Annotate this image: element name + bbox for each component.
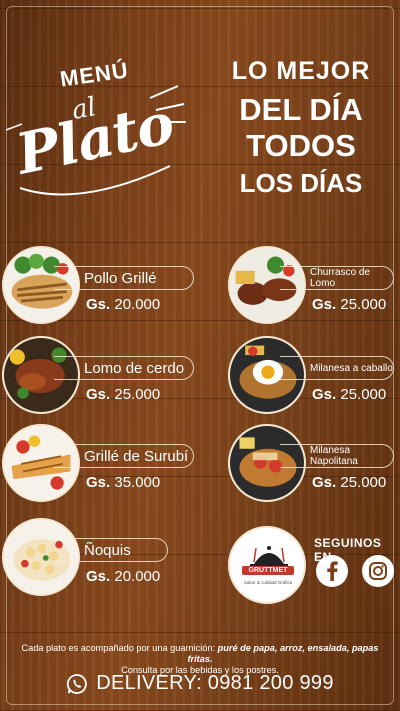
- instagram-icon[interactable]: [362, 555, 394, 587]
- headline-line-2: DEL DÍA: [239, 92, 363, 127]
- item-name: Milanesa a caballo: [280, 356, 394, 380]
- item-price: Gs. 25.000: [312, 386, 386, 403]
- headline-line-1: LO MEJOR: [231, 57, 371, 85]
- brand-logo: GRUTTMET Sabor & Calidad Gráfica: [228, 526, 306, 604]
- facebook-icon: [327, 561, 338, 581]
- item-price: Gs. 25.000: [312, 474, 386, 491]
- menu-item[interactable]: Milanesa Napolitana Gs. 25.000: [228, 424, 398, 504]
- price-value: 35.000: [114, 474, 161, 491]
- price-currency: Gs.: [86, 386, 111, 403]
- item-name: Ñoquis: [54, 538, 168, 562]
- price-currency: Gs.: [312, 296, 337, 313]
- price-value: 25.000: [114, 386, 161, 403]
- price-currency: Gs.: [312, 474, 337, 491]
- headline: LO MEJOR DEL DÍA TODOS LOS DÍAS: [210, 56, 392, 200]
- item-price: Gs. 25.000: [312, 296, 386, 313]
- price-value: 20.000: [114, 296, 161, 313]
- item-price: Gs. 20.000: [86, 296, 160, 313]
- price-value: 20.000: [114, 568, 161, 585]
- menu-item[interactable]: Pollo Grillé Gs. 20.000: [2, 246, 198, 326]
- menu-item[interactable]: Milanesa a caballo Gs. 25.000: [228, 336, 398, 416]
- price-value: 25.000: [340, 296, 387, 313]
- headline-line-4: LOS DÍAS: [239, 168, 363, 198]
- menu-item[interactable]: Lomo de cerdo Gs. 25.000: [2, 336, 198, 416]
- note-side-dishes: puré de papa, arroz, ensalada, papas fri…: [187, 643, 379, 664]
- item-price: Gs. 20.000: [86, 568, 160, 585]
- item-name: Grillé de Surubí: [54, 444, 194, 468]
- price-currency: Gs.: [86, 474, 111, 491]
- facebook-icon[interactable]: [316, 555, 348, 587]
- brand-tagline: Sabor & Calidad Gráfica: [243, 580, 293, 585]
- price-currency: Gs.: [86, 296, 111, 313]
- price-value: 25.000: [340, 474, 387, 491]
- note-text: Cada plato es acompañado por una guarnic…: [21, 643, 216, 653]
- price-value: 25.000: [340, 386, 387, 403]
- headline-line-3: TODOS: [246, 128, 356, 163]
- menu-item[interactable]: Grillé de Surubí Gs. 35.000: [2, 424, 198, 504]
- item-name: Lomo de cerdo: [54, 356, 194, 380]
- item-price: Gs. 25.000: [86, 386, 160, 403]
- item-name: Milanesa Napolitana: [280, 444, 394, 468]
- menu-logo: MENÚ al Plato: [0, 57, 190, 198]
- whatsapp-icon: [67, 673, 88, 694]
- brand-name: GRUTTMET: [242, 566, 294, 575]
- instagram-icon: [369, 562, 387, 580]
- item-name: Churrasco de Lomo: [280, 266, 394, 290]
- delivery-bar[interactable]: DELIVERY: 0981 200 999: [0, 672, 400, 695]
- menu-item[interactable]: Ñoquis Gs. 20.000: [2, 518, 198, 598]
- menu-item[interactable]: Churrasco de Lomo Gs. 25.000: [228, 246, 398, 326]
- item-price: Gs. 35.000: [86, 474, 160, 491]
- price-currency: Gs.: [86, 568, 111, 585]
- price-currency: Gs.: [312, 386, 337, 403]
- item-name: Pollo Grillé: [54, 266, 194, 290]
- delivery-phone: DELIVERY: 0981 200 999: [96, 672, 334, 694]
